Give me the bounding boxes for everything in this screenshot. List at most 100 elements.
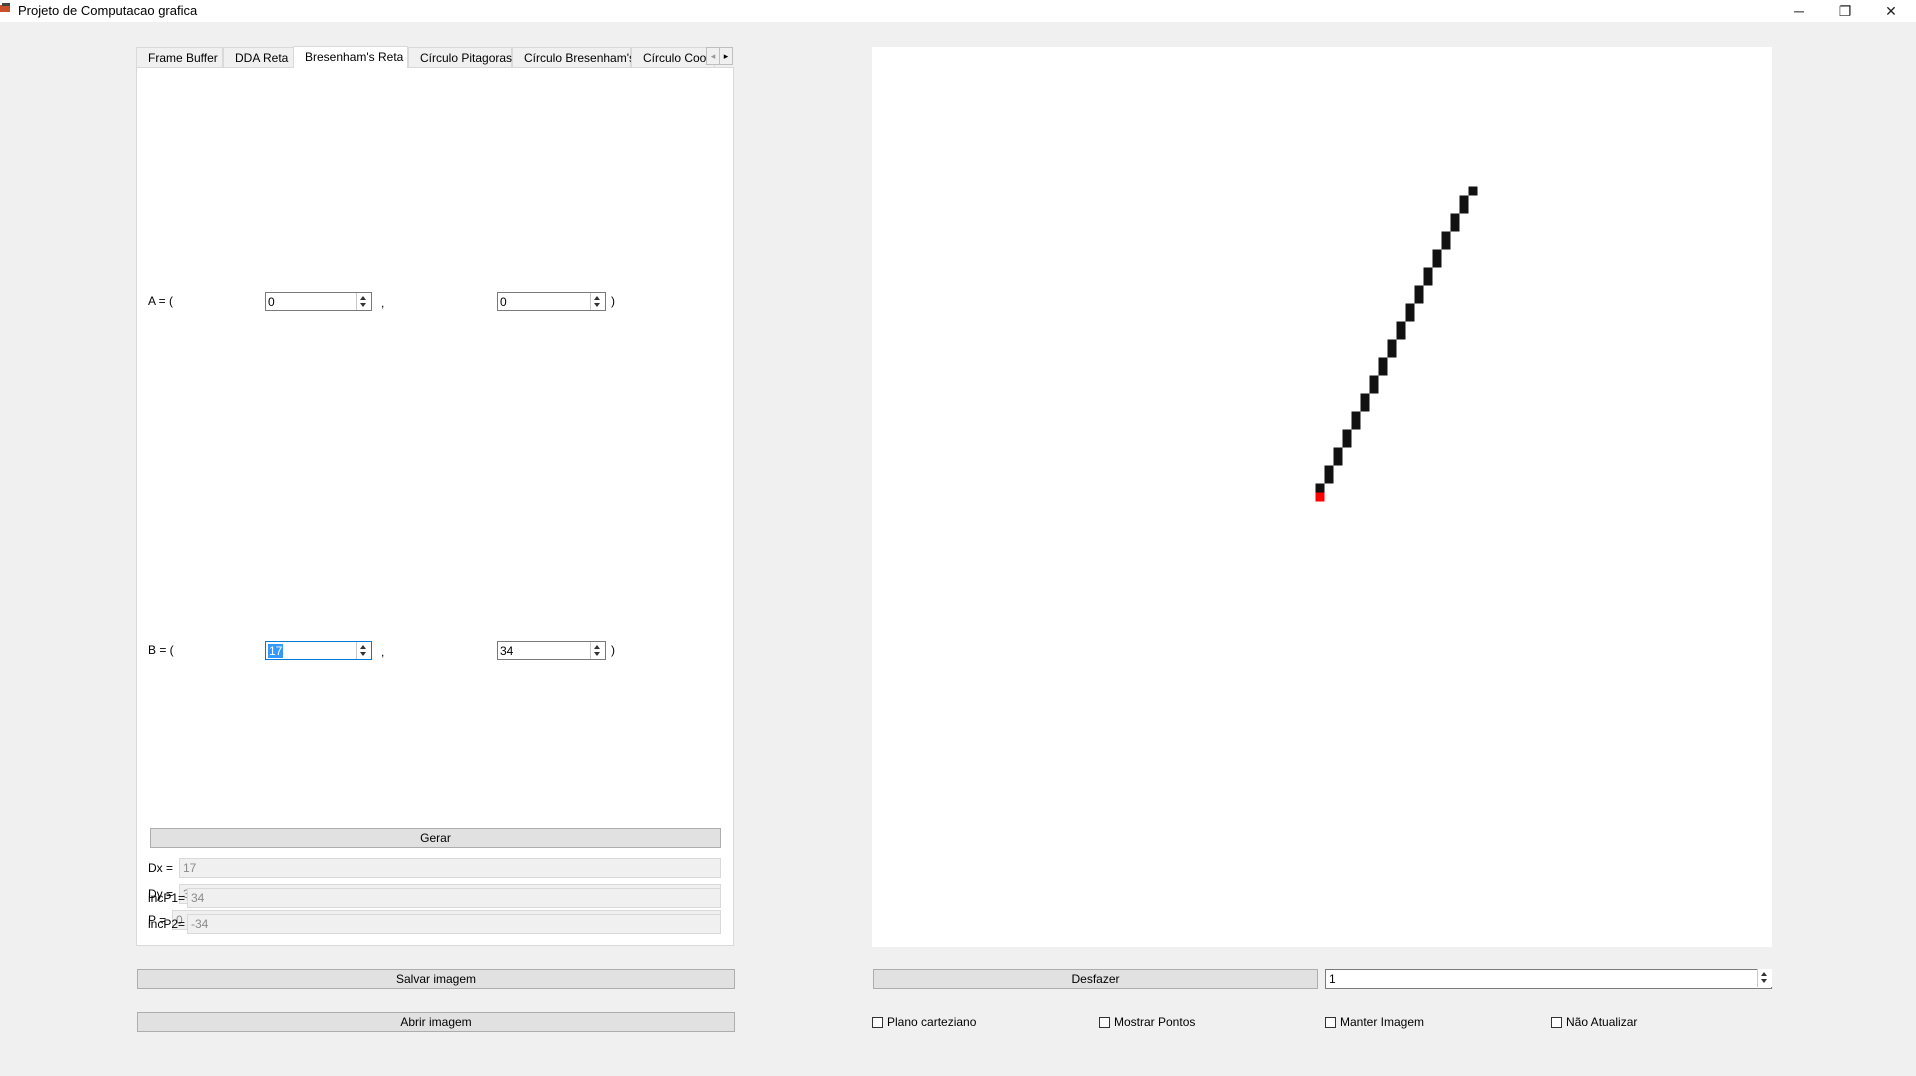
line-start-pixel [1315, 492, 1325, 502]
line-pixel [1405, 303, 1415, 313]
line-pixel [1396, 330, 1406, 340]
close-button[interactable]: ✕ [1868, 0, 1914, 22]
checkbox-unchecked-icon [872, 1016, 883, 1028]
checkbox-unchecked-icon [1325, 1016, 1336, 1028]
close-icon: ✕ [1885, 2, 1897, 19]
restore-button[interactable]: ❐ [1822, 0, 1868, 22]
spin-arrows[interactable] [356, 642, 371, 659]
point-b-y-spinbox[interactable]: 34 [497, 641, 606, 660]
line-pixel [1459, 204, 1469, 214]
spin-up-icon [360, 296, 366, 300]
line-pixel [1369, 384, 1379, 394]
line-pixel [1432, 258, 1442, 268]
title-bar: Projeto de Computacao grafica ─ ❐ ✕ [0, 0, 1916, 22]
point-b-x-value: 17 [268, 644, 284, 658]
tab-scroll-right-button[interactable]: ▸ [719, 47, 733, 65]
tab-circulo-bresenham[interactable]: Círculo Bresenham's [512, 47, 635, 67]
point-a-close-paren: ) [611, 294, 615, 308]
incp2-label: incP2= [148, 917, 186, 931]
line-pixel [1360, 393, 1370, 403]
line-pixel [1342, 429, 1352, 439]
salvar-imagem-button[interactable]: Salvar imagem [137, 969, 735, 989]
line-pixel [1396, 321, 1406, 331]
chevron-right-icon: ▸ [723, 50, 729, 61]
undo-steps-value: 1 [1329, 972, 1336, 986]
line-pixel [1342, 438, 1352, 448]
dx-field: 17 [179, 858, 721, 878]
spin-up-icon [1761, 972, 1767, 976]
checkbox-unchecked-icon [1099, 1016, 1110, 1028]
desfazer-button[interactable]: Desfazer [873, 969, 1318, 989]
mostrar-pontos-checkbox[interactable]: Mostrar Pontos [1099, 1015, 1195, 1029]
spin-down-icon [360, 652, 366, 656]
algorithm-tab-widget: Frame Buffer DDA Reta Bresenham's Reta C… [136, 46, 734, 946]
line-pixel [1351, 411, 1361, 421]
line-pixel [1333, 447, 1343, 457]
point-b-close-paren: ) [611, 643, 615, 657]
spin-arrows[interactable] [590, 642, 605, 659]
incp1-field: 34 [187, 888, 721, 908]
spin-down-icon [594, 303, 600, 307]
line-pixel [1324, 465, 1334, 475]
line-pixel [1450, 213, 1460, 223]
tab-circulo-coord[interactable]: Círculo Coord [631, 47, 715, 67]
manter-imagem-checkbox[interactable]: Manter Imagem [1325, 1015, 1424, 1029]
spin-up-icon [594, 645, 600, 649]
tab-circulo-pitagoras[interactable]: Círculo Pitagoras [408, 47, 512, 67]
nao-atualizar-checkbox[interactable]: Não Atualizar [1551, 1015, 1637, 1029]
tab-bar: Frame Buffer DDA Reta Bresenham's Reta C… [136, 46, 734, 68]
line-pixel [1423, 267, 1433, 277]
spin-arrows[interactable] [356, 293, 371, 310]
spin-arrows[interactable] [1757, 969, 1772, 987]
dx-label: Dx = [148, 861, 174, 875]
spin-down-icon [594, 652, 600, 656]
line-pixel [1378, 366, 1388, 376]
line-pixel [1369, 375, 1379, 385]
line-pixel [1405, 312, 1415, 322]
tab-dda-reta[interactable]: DDA Reta [223, 47, 294, 67]
point-b-label: B = ( [148, 643, 174, 657]
line-pixel [1414, 285, 1424, 295]
abrir-imagem-button[interactable]: Abrir imagem [137, 1012, 735, 1032]
line-pixel [1450, 222, 1460, 232]
tab-frame-buffer[interactable]: Frame Buffer [136, 47, 223, 67]
chevron-left-icon: ◂ [710, 50, 716, 61]
plano-carteziano-checkbox[interactable]: Plano carteziano [872, 1015, 976, 1029]
minimize-button[interactable]: ─ [1776, 0, 1822, 22]
point-a-y-spinbox[interactable]: 0 [497, 292, 606, 311]
spin-down-icon [1761, 979, 1767, 983]
point-b-comma: , [381, 645, 385, 659]
mostrar-pontos-label: Mostrar Pontos [1114, 1015, 1196, 1029]
drawing-canvas[interactable] [872, 47, 1772, 947]
undo-steps-spinbox[interactable]: 1 [1325, 969, 1772, 989]
line-pixel [1333, 456, 1343, 466]
point-a-x-spinbox[interactable]: 0 [265, 292, 372, 311]
undo-steps-arrows[interactable] [1756, 969, 1772, 989]
incp1-label: incP1= [148, 891, 186, 905]
tab-scroll-left-button[interactable]: ◂ [706, 47, 720, 65]
tab-bresenham-reta[interactable]: Bresenham's Reta [293, 46, 408, 68]
manter-imagem-label: Manter Imagem [1340, 1015, 1425, 1029]
spin-down-icon [360, 303, 366, 307]
line-pixel [1468, 186, 1478, 196]
incp2-field: -34 [187, 914, 721, 934]
line-pixel [1378, 357, 1388, 367]
point-a-label: A = ( [148, 294, 174, 308]
spin-arrows[interactable] [590, 293, 605, 310]
window-title: Projeto de Computacao grafica [18, 3, 198, 18]
checkbox-unchecked-icon [1551, 1016, 1562, 1028]
line-pixel [1324, 474, 1334, 484]
gerar-button[interactable]: Gerar [150, 828, 721, 848]
app-icon [0, 3, 10, 12]
line-pixel [1351, 420, 1361, 430]
line-pixel [1459, 195, 1469, 205]
line-pixel [1414, 294, 1424, 304]
point-a-y-value: 0 [500, 295, 507, 309]
nao-atualizar-label: Não Atualizar [1566, 1015, 1638, 1029]
line-raster [1315, 186, 1478, 502]
minimize-icon: ─ [1794, 3, 1804, 19]
point-b-x-spinbox[interactable]: 17 [265, 641, 372, 660]
spin-up-icon [360, 645, 366, 649]
spin-up-icon [594, 296, 600, 300]
line-pixel [1441, 240, 1451, 250]
